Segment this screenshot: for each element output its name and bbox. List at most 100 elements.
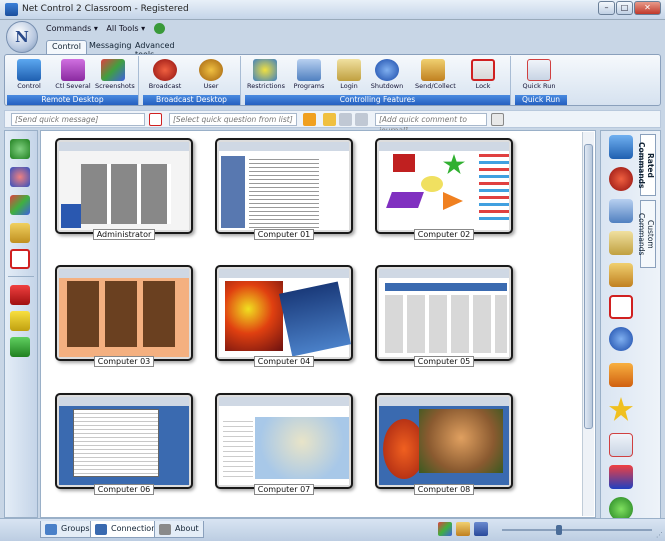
color-grid-icon[interactable] (10, 195, 30, 215)
quick-message-input[interactable]: [Send quick message] (11, 113, 145, 126)
scrollbar-thumb[interactable] (584, 144, 593, 429)
power-icon[interactable] (609, 327, 633, 351)
computer-label: Administrator (55, 229, 193, 240)
app-menu-orb[interactable]: N (6, 21, 38, 53)
computer-label: Computer 03 (55, 356, 193, 367)
all-tools-menu[interactable]: All Tools ▾ (106, 24, 145, 33)
netcontrol-logo (61, 204, 81, 228)
computer-thumbnail[interactable] (215, 393, 353, 489)
computer-label: Computer 07 (215, 484, 353, 495)
screenshots-button[interactable]: Screenshots (95, 58, 135, 94)
screen-preview (379, 269, 509, 357)
quick-bar: [Send quick message] [Select quick quest… (4, 110, 661, 135)
recycle-icon[interactable] (10, 139, 30, 159)
yellow-flag-icon[interactable] (10, 311, 30, 331)
computer-thumbnail[interactable] (215, 138, 353, 234)
scroll-icon[interactable] (609, 263, 633, 287)
quick-access-toolbar: Commands ▾ All Tools ▾ (46, 23, 171, 37)
vertical-scrollbar[interactable] (582, 132, 594, 516)
key-icon (337, 59, 361, 81)
computer-thumbnail[interactable] (215, 265, 353, 361)
close-button[interactable]: ✕ (634, 1, 661, 15)
tab-control[interactable]: Control (46, 40, 87, 54)
screen-preview (379, 397, 509, 485)
group-label: Controlling Features (245, 95, 510, 105)
purple-parallelogram (386, 192, 424, 208)
star-icon[interactable] (323, 113, 336, 126)
text-tag-icon[interactable] (10, 249, 30, 269)
login-button[interactable]: Login (331, 58, 367, 94)
key-icon[interactable] (609, 231, 633, 255)
journal-comment-input[interactable]: [Add quick comment to journal] (375, 113, 487, 135)
computer-thumbnail[interactable] (55, 138, 193, 234)
cat-photo (419, 409, 503, 473)
cross-icon[interactable] (609, 295, 633, 319)
lock-cross-icon (471, 59, 495, 81)
quickrun-icon[interactable] (609, 433, 633, 457)
shutdown-button[interactable]: Shutdown (369, 58, 405, 94)
minimize-button[interactable]: – (598, 1, 615, 15)
tab-messaging[interactable]: Messaging (84, 40, 137, 54)
maximize-button[interactable]: □ (616, 1, 633, 15)
broadcast-button[interactable]: Broadcast (147, 58, 183, 94)
broadcast-icon[interactable] (609, 167, 633, 191)
screen-preview (219, 269, 351, 357)
restrictions-icon (253, 59, 277, 81)
web-header (385, 283, 507, 291)
resize-grip[interactable]: ⋰ (656, 531, 663, 539)
lock-button[interactable]: Lock (465, 58, 501, 94)
computer-thumbnail[interactable] (375, 138, 513, 234)
ctl-several-button[interactable]: Ctl Several (55, 58, 91, 94)
group-label: Remote Desktop (7, 95, 138, 105)
star-icon[interactable] (609, 397, 633, 421)
green-flag-icon[interactable] (10, 337, 30, 357)
computer-thumbnail[interactable] (375, 265, 513, 361)
font-a-icon[interactable] (149, 113, 162, 126)
tab-groups[interactable]: Groups (40, 521, 95, 538)
zoom-slider[interactable] (502, 525, 652, 535)
programs-icon[interactable] (609, 199, 633, 223)
computer-label: Computer 06 (55, 484, 193, 495)
az-icon[interactable] (609, 465, 633, 489)
no-entry-icon[interactable] (10, 167, 30, 187)
star-gray-icon[interactable] (355, 113, 368, 126)
programs-button[interactable]: Programs (291, 58, 327, 94)
computer-thumbnail[interactable] (55, 393, 193, 489)
tab-rated-commands[interactable]: Rated Commands (637, 134, 656, 196)
user-button[interactable]: User (193, 58, 229, 94)
user-broadcast-icon (199, 59, 223, 81)
red-flag-icon[interactable] (10, 285, 30, 305)
user-view-icon[interactable] (474, 522, 488, 536)
question-icon[interactable] (303, 113, 316, 126)
restrictions-button[interactable]: Restrictions (247, 58, 285, 94)
screen-preview (59, 142, 189, 230)
view-grid-icon[interactable] (438, 522, 452, 536)
journal-pen-icon[interactable] (491, 113, 504, 126)
quick-question-select[interactable]: [Select quick question from list] (169, 113, 297, 126)
send-collect-button[interactable]: Send/Collect (415, 58, 456, 94)
zoom-slider-knob[interactable] (556, 525, 562, 535)
folder-icon[interactable] (456, 522, 470, 536)
tab-advanced-tools[interactable]: Advanced tools (130, 40, 180, 59)
quick-run-button[interactable]: Quick Run (521, 58, 557, 94)
control-button[interactable]: Control (11, 58, 47, 94)
computer-thumbnail[interactable] (375, 393, 513, 489)
web-content (385, 295, 507, 353)
sailboat-photo (279, 281, 351, 357)
computer-thumbnail[interactable] (55, 265, 193, 361)
tab-about[interactable]: About (154, 521, 204, 538)
color-palette (479, 154, 509, 224)
green-arrow-icon[interactable] (153, 23, 165, 34)
computer-label: Computer 08 (375, 484, 513, 495)
tab-custom-commands[interactable]: Custom Commands (637, 200, 656, 268)
image-grid (81, 164, 171, 224)
file-explorer-window (73, 409, 159, 477)
commands-menu[interactable]: Commands ▾ (46, 24, 98, 33)
monitor-icon[interactable] (609, 135, 633, 159)
question-icon[interactable] (609, 363, 633, 387)
star-gray-icon[interactable] (339, 113, 352, 126)
screen-preview (59, 269, 189, 357)
group-controlling-features: Restrictions Programs Login Shutdown Sen… (245, 56, 511, 105)
lock-icon[interactable] (10, 223, 30, 243)
screen-preview (379, 142, 509, 230)
